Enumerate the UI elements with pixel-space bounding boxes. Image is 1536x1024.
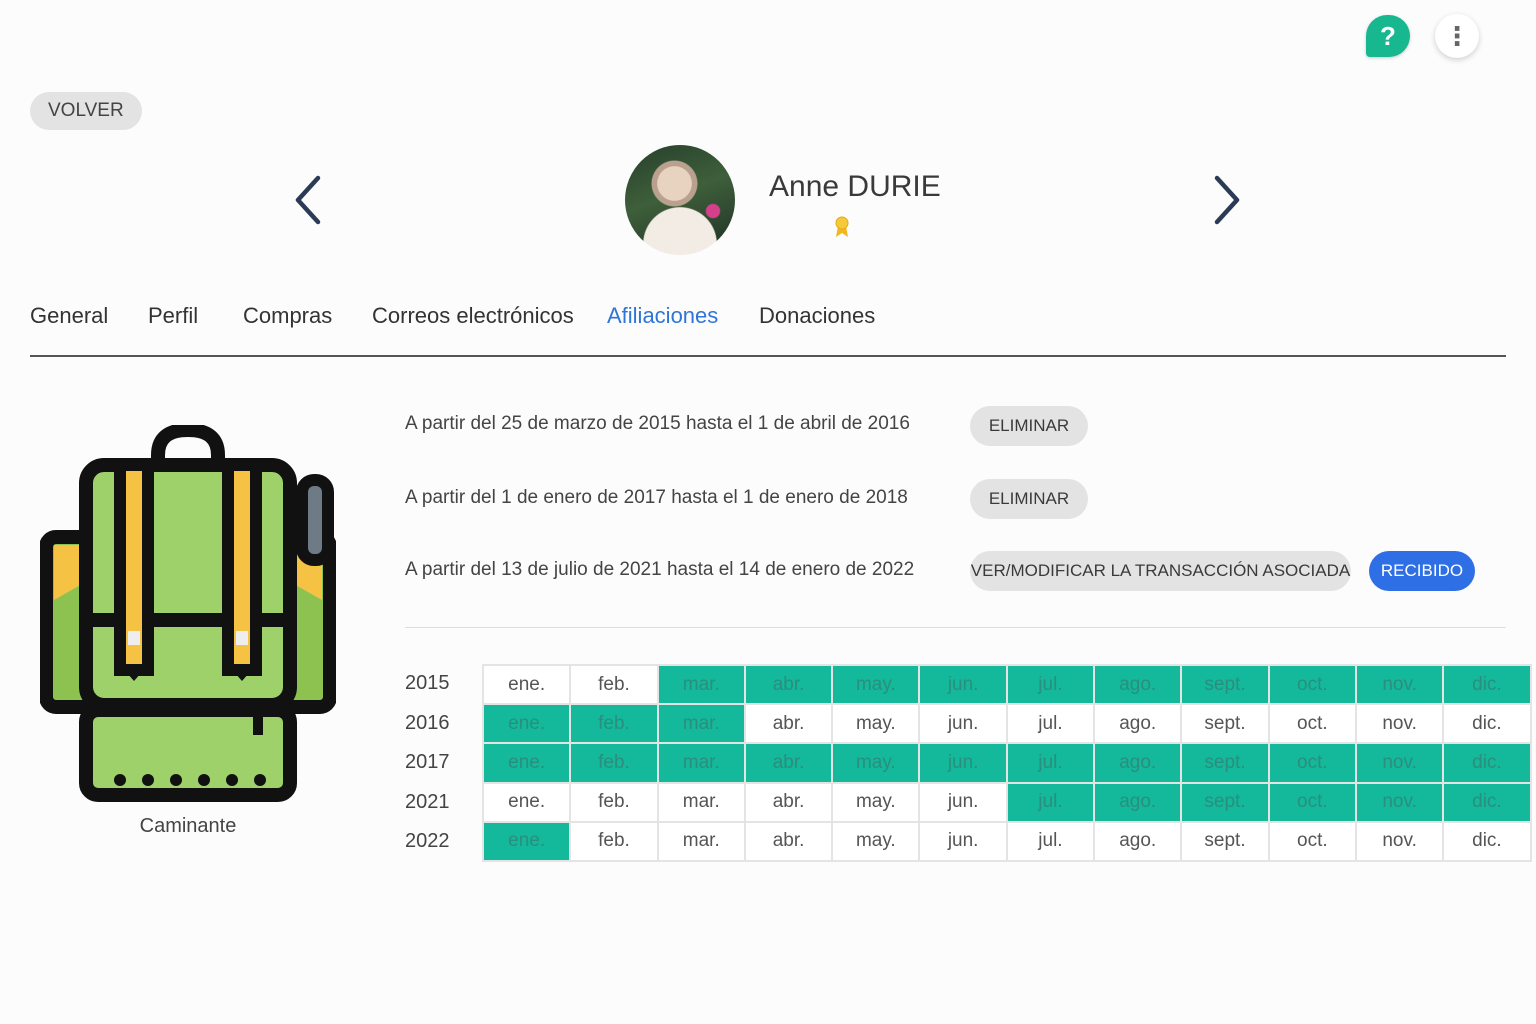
month-cell: feb.	[569, 820, 659, 862]
month-cell: ago.	[1093, 781, 1183, 823]
month-cell: sept.	[1180, 703, 1270, 745]
previous-contact-arrow-icon[interactable]	[290, 172, 330, 228]
month-cell: jun.	[918, 703, 1008, 745]
view-transaction-button[interactable]: VER/MODIFICAR LA TRANSACCIÓN ASOCIADA	[970, 551, 1351, 591]
month-cell: sept.	[1180, 663, 1270, 706]
month-cell: ago.	[1093, 742, 1183, 784]
month-cell: dic.	[1442, 781, 1532, 823]
membership-period-2: A partir del 1 de enero de 2017 hasta el…	[405, 487, 908, 508]
month-cell: mar.	[656, 703, 746, 745]
month-cell: abr.	[743, 663, 834, 706]
month-cell: jul.	[1005, 663, 1096, 706]
calendar-row: ene. feb. mar. abr. may. jun. jul. ago. sept. oct…	[481, 820, 1532, 862]
tab-compras[interactable]: Compras	[243, 303, 332, 329]
month-cell: nov.	[1354, 703, 1445, 745]
month-cell: jul.	[1005, 703, 1096, 745]
contact-name: Anne DURIE	[769, 170, 941, 203]
divider	[405, 627, 1506, 628]
month-cell: ago.	[1093, 663, 1183, 706]
month-cell: ene.	[481, 742, 572, 784]
delete-period-2-button[interactable]: ELIMINAR	[970, 479, 1088, 519]
month-cell: nov.	[1354, 781, 1445, 823]
month-cell: mar.	[656, 742, 746, 784]
month-cell: ene.	[481, 663, 572, 706]
month-cell: oct.	[1267, 742, 1357, 784]
year-label: 2015	[405, 672, 450, 694]
month-cell: mar.	[656, 820, 746, 862]
month-cell: mar.	[656, 663, 746, 706]
month-cell: may.	[831, 703, 921, 745]
month-cell: dic.	[1442, 742, 1532, 784]
calendar-row: ene. feb. mar. abr. may. jun. jul. ago. sept. oct…	[481, 781, 1532, 823]
vertical-dots-icon: ⋮	[1444, 20, 1470, 51]
membership-calendar-grid: ene. feb. mar. abr. may. jun. jul. ago. sept. oct…	[481, 663, 1532, 862]
month-cell: jun.	[918, 742, 1008, 784]
month-cell: ago.	[1093, 820, 1183, 862]
month-cell: oct.	[1267, 663, 1357, 706]
next-contact-arrow-icon[interactable]	[1207, 172, 1247, 228]
month-cell: jun.	[918, 663, 1008, 706]
tab-afiliaciones[interactable]: Afiliaciones	[607, 303, 718, 329]
tab-donaciones[interactable]: Donaciones	[759, 303, 875, 329]
membership-type-label: Caminante	[139, 815, 237, 837]
membership-period-1: A partir del 25 de marzo de 2015 hasta e…	[405, 413, 910, 434]
month-cell: oct.	[1267, 703, 1357, 745]
month-cell: may.	[831, 742, 921, 784]
question-icon: ?	[1380, 20, 1396, 51]
month-cell: nov.	[1354, 820, 1445, 862]
year-label: 2021	[405, 791, 450, 813]
month-cell: ene.	[481, 820, 572, 862]
backpack-icon	[40, 425, 336, 802]
month-cell: sept.	[1180, 781, 1270, 823]
month-cell: sept.	[1180, 820, 1270, 862]
received-status-button[interactable]: RECIBIDO	[1369, 551, 1475, 591]
tab-correos[interactable]: Correos electrónicos	[372, 303, 574, 329]
month-cell: may.	[831, 820, 921, 862]
month-cell: abr.	[743, 742, 834, 784]
month-cell: nov.	[1354, 663, 1445, 706]
more-options-button[interactable]: ⋮	[1435, 14, 1479, 58]
month-cell: dic.	[1442, 703, 1532, 745]
tab-general[interactable]: General	[30, 303, 108, 329]
award-ribbon-icon	[835, 216, 849, 237]
year-label: 2022	[405, 830, 450, 852]
month-cell: nov.	[1354, 742, 1445, 784]
delete-period-1-button[interactable]: ELIMINAR	[970, 406, 1088, 446]
calendar-row: ene. feb. mar. abr. may. jun. jul. ago. sept. oct…	[481, 703, 1532, 745]
year-label: 2016	[405, 712, 450, 734]
month-cell: jul.	[1005, 781, 1096, 823]
help-button[interactable]: ?	[1366, 15, 1410, 57]
tab-bar: General Perfil Compras Correos electróni…	[30, 300, 1506, 357]
month-cell: jun.	[918, 781, 1008, 823]
back-button[interactable]: VOLVER	[30, 92, 142, 130]
month-cell: feb.	[569, 703, 659, 745]
month-cell: abr.	[743, 781, 834, 823]
month-cell: may.	[831, 663, 921, 706]
avatar	[625, 145, 735, 255]
month-cell: sept.	[1180, 742, 1270, 784]
month-cell: dic.	[1442, 820, 1532, 862]
month-cell: abr.	[743, 820, 834, 862]
month-cell: dic.	[1442, 663, 1532, 706]
tab-perfil[interactable]: Perfil	[148, 303, 198, 329]
month-cell: feb.	[569, 742, 659, 784]
membership-period-3: A partir del 13 de julio de 2021 hasta e…	[405, 559, 915, 580]
month-cell: may.	[831, 781, 921, 823]
year-label: 2017	[405, 751, 450, 773]
month-cell: ago.	[1093, 703, 1183, 745]
month-cell: feb.	[569, 781, 659, 823]
month-cell: feb.	[569, 663, 659, 706]
month-cell: jul.	[1005, 820, 1096, 862]
month-cell: jun.	[918, 820, 1008, 862]
month-cell: abr.	[743, 703, 834, 745]
month-cell: mar.	[656, 781, 746, 823]
month-cell: oct.	[1267, 820, 1357, 862]
month-cell: jul.	[1005, 742, 1096, 784]
month-cell: ene.	[481, 703, 572, 745]
month-cell: ene.	[481, 781, 572, 823]
calendar-row: ene. feb. mar. abr. may. jun. jul. ago. sept. oct…	[481, 742, 1532, 784]
calendar-row: ene. feb. mar. abr. may. jun. jul. ago. sept. oct…	[481, 663, 1532, 706]
month-cell: oct.	[1267, 781, 1357, 823]
